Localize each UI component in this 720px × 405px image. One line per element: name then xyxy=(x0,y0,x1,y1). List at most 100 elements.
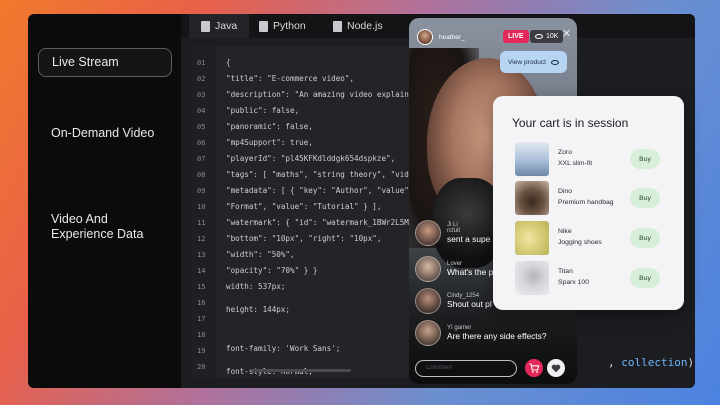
host-info[interactable]: heather_ xyxy=(417,29,465,45)
avatar xyxy=(415,288,441,314)
viewer-count-badge: 10K xyxy=(530,30,564,43)
buy-button[interactable]: Buy xyxy=(630,149,660,169)
line-number: 01 xyxy=(197,59,206,67)
tab-python[interactable]: Python xyxy=(259,14,306,38)
view-product-label: View product xyxy=(508,58,546,66)
line-number: 07 xyxy=(197,155,206,163)
cart-item: Dino Premium handbag Buy xyxy=(515,181,665,215)
chat-text: Shout out pl xyxy=(447,299,492,309)
code-line: "metadata": [ { "key": "Author", "value"… xyxy=(226,186,411,195)
code-tail: , collection) xyxy=(608,356,694,369)
product-name: Premium handbag xyxy=(558,199,614,206)
chat-message: Ji Li rcfuit sent a supe xyxy=(415,220,490,246)
code-editor[interactable]: 01 02 03 04 05 06 07 08 09 10 11 12 13 1… xyxy=(191,46,411,378)
chat-message: Cindy_1254 Shout out pl xyxy=(415,288,492,314)
file-icon xyxy=(333,20,342,32)
line-number: 12 xyxy=(197,235,206,243)
shopping-cart-icon xyxy=(529,363,540,373)
code-line: "description": "An amazing video explain… xyxy=(226,90,411,99)
host-name: heather_ xyxy=(439,33,465,41)
line-number: 16 xyxy=(197,299,206,307)
shopping-cart-button[interactable] xyxy=(525,359,543,377)
line-number: 14 xyxy=(197,267,206,275)
tab-label: Java xyxy=(215,20,238,32)
code-keyword: collection xyxy=(621,356,688,369)
line-number: 20 xyxy=(197,363,206,371)
product-thumbnail xyxy=(515,221,549,255)
line-number: 06 xyxy=(197,139,206,147)
nav-item-label: Live Stream xyxy=(52,55,119,69)
code-line: "bottom": "10px", "right": "10px", xyxy=(226,234,382,243)
like-button[interactable] xyxy=(547,359,565,377)
code-line: height: 144px; xyxy=(226,305,291,314)
code-line: "playerId": "pl45KFKdlddgk654dspkze", xyxy=(226,154,396,163)
chat-text: What's the p xyxy=(447,267,494,277)
live-badge: LIVE xyxy=(503,30,529,43)
comment-input[interactable]: Comment xyxy=(415,360,517,377)
product-brand: Nike xyxy=(558,228,572,235)
buy-label: Buy xyxy=(639,155,651,163)
line-number: 03 xyxy=(197,91,206,99)
product-name: Jogging shoes xyxy=(558,239,602,246)
tab-java[interactable]: Java xyxy=(189,14,250,38)
eye-icon xyxy=(551,59,559,65)
product-thumbnail xyxy=(515,142,549,176)
view-product-button[interactable]: View product xyxy=(500,51,567,73)
line-number-gutter: 01 02 03 04 05 06 07 08 09 10 11 12 13 1… xyxy=(191,46,217,378)
nav-item-on-demand-video[interactable]: On-Demand Video xyxy=(38,120,172,147)
code-tail-text: , collection) xyxy=(608,356,695,369)
cart-panel: Your cart is in session Zoro XXL slim-fi… xyxy=(493,96,684,310)
nav-item-video-experience-data[interactable]: Video And Experience Data xyxy=(38,191,172,248)
code-line: "width": "50%", xyxy=(226,250,295,259)
product-name: XXL slim-fit xyxy=(558,160,593,167)
buy-button[interactable]: Buy xyxy=(630,228,660,248)
product-name: Sparx 100 xyxy=(558,279,589,286)
chat-text: Are there any side effects? xyxy=(447,331,547,341)
nav-item-label: Video And Experience Data xyxy=(51,212,144,241)
viewer-count: 10K xyxy=(546,33,559,40)
buy-label: Buy xyxy=(639,234,651,242)
line-number: 05 xyxy=(197,123,206,131)
chat-message: YI gamer Are there any side effects? xyxy=(415,320,546,346)
cart-item: Nike Jogging shoes Buy xyxy=(515,221,665,255)
buy-button[interactable]: Buy xyxy=(630,188,660,208)
nav-item-label: On-Demand Video xyxy=(51,126,155,140)
cart-title: Your cart is in session xyxy=(512,116,629,130)
chat-message: Lover What's the p xyxy=(415,256,493,282)
line-number: 02 xyxy=(197,75,206,83)
product-thumbnail xyxy=(515,261,549,295)
file-icon xyxy=(259,20,268,32)
code-line: font-family: 'Work Sans'; xyxy=(226,344,341,353)
avatar xyxy=(415,256,441,282)
line-number: 19 xyxy=(197,347,206,355)
buy-button[interactable]: Buy xyxy=(630,268,660,288)
chat-text: sent a supe xyxy=(447,234,491,244)
avatar xyxy=(417,29,433,45)
code-line: width: 537px; xyxy=(226,282,286,291)
tab-nodejs[interactable]: Node.js xyxy=(333,14,383,38)
cart-item: Titan Sparx 100 Buy xyxy=(515,261,665,295)
code-line: "Format", "value": "Tutorial" } ], xyxy=(226,202,382,211)
cart-item: Zoro XXL slim-fit Buy xyxy=(515,142,665,176)
nav-item-live-stream[interactable]: Live Stream xyxy=(38,48,172,77)
buy-label: Buy xyxy=(639,194,651,202)
line-number: 10 xyxy=(197,203,206,211)
product-brand: Zoro xyxy=(558,149,572,156)
code-line: { xyxy=(226,58,231,67)
product-brand: Dino xyxy=(558,188,572,195)
close-icon[interactable]: ✕ xyxy=(562,29,571,40)
horizontal-scrollbar[interactable] xyxy=(251,369,351,372)
line-number: 15 xyxy=(197,283,206,291)
line-number: 13 xyxy=(197,251,206,259)
feature-nav: Live Stream On-Demand Video Video And Ex… xyxy=(28,14,181,388)
code-line: "opacity": "70%" } } xyxy=(226,266,318,275)
code-line: "public": false, xyxy=(226,106,300,115)
eye-icon xyxy=(535,34,543,39)
product-thumbnail xyxy=(515,181,549,215)
line-number: 17 xyxy=(197,315,206,323)
line-number: 08 xyxy=(197,171,206,179)
product-brand: Titan xyxy=(558,268,573,275)
code-line: "watermark": { "id": "watermark_1BWr2L5M… xyxy=(226,218,411,227)
line-number: 18 xyxy=(197,331,206,339)
line-number: 04 xyxy=(197,107,206,115)
